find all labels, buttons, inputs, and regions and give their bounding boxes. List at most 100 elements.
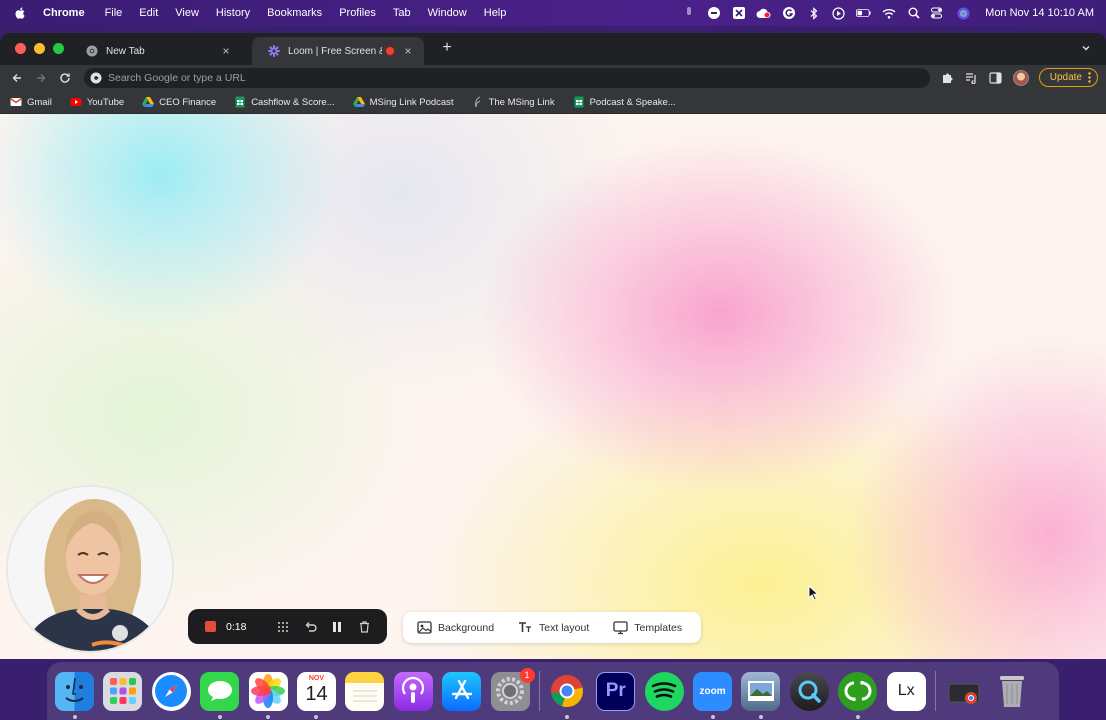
menu-view[interactable]: View xyxy=(175,7,199,19)
zoom-label: zoom xyxy=(699,685,726,697)
dock-separator xyxy=(538,671,540,711)
tab-title: New Tab xyxy=(106,45,145,57)
back-arrow-icon[interactable] xyxy=(10,71,24,85)
tab-strip: New Tab × Loom | Free Screen & Vide × + xyxy=(0,33,1106,65)
apple-logo-icon[interactable] xyxy=(13,6,27,20)
reload-icon[interactable] xyxy=(58,71,72,85)
dock-photos[interactable] xyxy=(248,671,288,719)
bookmark-ceo-finance[interactable]: CEO Finance xyxy=(142,96,216,108)
stop-recording-button[interactable] xyxy=(205,621,216,632)
menu-window[interactable]: Window xyxy=(428,7,467,19)
menu-tab[interactable]: Tab xyxy=(393,7,411,19)
loom-camera-bubble[interactable] xyxy=(6,485,174,653)
dock-minimized-window[interactable] xyxy=(944,672,983,711)
bookmark-label: CEO Finance xyxy=(159,96,217,108)
play-circle-icon[interactable] xyxy=(831,6,846,21)
text-size-icon xyxy=(519,622,532,632)
zoom-window-button[interactable] xyxy=(53,43,64,54)
lx-menu-icon[interactable] xyxy=(731,6,746,21)
dock-podcasts[interactable] xyxy=(393,671,433,711)
extensions-puzzle-icon[interactable] xyxy=(941,71,955,85)
bookmark-the-msing-link[interactable]: The MSing Link xyxy=(472,96,555,108)
background-button[interactable]: Background xyxy=(417,620,494,635)
dock-messages[interactable] xyxy=(200,671,240,719)
menu-bookmarks[interactable]: Bookmarks xyxy=(267,7,322,19)
bookmark-gmail[interactable]: Gmail xyxy=(10,96,52,108)
close-tab-icon[interactable]: × xyxy=(220,45,232,57)
forward-arrow-icon[interactable] xyxy=(34,71,48,85)
running-indicator xyxy=(855,714,860,719)
dock-trash[interactable] xyxy=(992,672,1031,711)
bookmark-label: Gmail xyxy=(27,96,52,108)
dock-notes[interactable] xyxy=(345,671,385,711)
drag-handle-icon[interactable] xyxy=(276,620,290,634)
menu-profiles[interactable]: Profiles xyxy=(339,7,376,19)
browser-toolbar: Search Google or type a URL Update xyxy=(0,65,1106,91)
dock-separator xyxy=(935,671,937,711)
menu-help[interactable]: Help xyxy=(484,7,507,19)
menu-bar-clock[interactable]: Mon Nov 14 10:10 AM xyxy=(985,7,1094,19)
delete-recording-icon[interactable] xyxy=(357,620,371,634)
text-layout-button[interactable]: Text layout xyxy=(518,620,589,635)
bookmark-label: Cashflow & Score... xyxy=(251,96,335,108)
launchpad-grid-icon xyxy=(109,678,136,704)
dock-app-store[interactable] xyxy=(442,671,482,711)
side-panel-icon[interactable] xyxy=(989,71,1003,85)
bookmark-youtube[interactable]: YouTube xyxy=(70,96,124,108)
close-window-button[interactable] xyxy=(15,43,26,54)
bookmark-podcast-speaker[interactable]: Podcast & Speake... xyxy=(573,96,676,108)
chrome-icon xyxy=(551,675,584,707)
dock-system-preferences[interactable]: 1 xyxy=(490,667,535,711)
bluetooth-icon[interactable] xyxy=(806,6,821,21)
podcasts-icon xyxy=(402,676,425,703)
dock-finder[interactable] xyxy=(55,671,94,719)
dock-quicktime[interactable] xyxy=(789,671,829,711)
new-tab-plus-icon[interactable]: + xyxy=(440,40,454,56)
dock-premiere-pro[interactable]: Pr xyxy=(596,671,636,711)
update-label: Update xyxy=(1049,72,1082,83)
bookmark-msing-link-podcast[interactable]: MSing Link Podcast xyxy=(352,96,454,108)
menu-history[interactable]: History xyxy=(216,7,250,19)
dock-chrome[interactable] xyxy=(548,672,587,719)
messages-bubble-icon xyxy=(207,681,232,701)
templates-button[interactable]: Templates xyxy=(613,620,682,635)
templates-label: Templates xyxy=(634,621,683,634)
chat-bubble-icon[interactable] xyxy=(706,6,721,21)
menu-app-name[interactable]: Chrome xyxy=(43,7,85,19)
update-button[interactable]: Update xyxy=(1038,68,1098,87)
dock-spotify[interactable] xyxy=(644,671,684,711)
drive-icon xyxy=(352,97,365,107)
tab-title: Loom | Free Screen & Vide xyxy=(288,45,382,57)
address-bar[interactable]: Search Google or type a URL xyxy=(84,68,930,88)
dock-launchpad[interactable] xyxy=(103,671,143,711)
dock-safari[interactable] xyxy=(151,671,191,711)
trash-icon xyxy=(999,676,1024,707)
profile-avatar[interactable] xyxy=(1012,69,1029,86)
battery-icon[interactable] xyxy=(856,6,871,21)
siri-icon[interactable] xyxy=(956,6,971,21)
media-queue-icon[interactable] xyxy=(965,71,979,85)
dock-lx[interactable]: Lx xyxy=(886,671,926,711)
microphone-icon[interactable] xyxy=(681,6,696,21)
macos-dock: NOV 14 1 Pr zoom Lx xyxy=(47,662,1059,720)
tab-new-tab[interactable]: New Tab × xyxy=(70,37,242,65)
menu-edit[interactable]: Edit xyxy=(139,7,158,19)
tab-loom[interactable]: Loom | Free Screen & Vide × xyxy=(252,37,424,65)
close-tab-icon[interactable]: × xyxy=(402,45,414,57)
kebab-menu-icon xyxy=(1088,72,1091,83)
control-center-icon[interactable] xyxy=(931,6,946,21)
minimize-window-button[interactable] xyxy=(34,43,45,54)
creative-cloud-icon[interactable] xyxy=(756,6,771,21)
wifi-icon[interactable] xyxy=(881,6,896,21)
dock-calendar[interactable]: NOV 14 xyxy=(296,671,336,719)
menu-file[interactable]: File xyxy=(105,7,123,19)
spotlight-search-icon[interactable] xyxy=(906,6,921,21)
bookmark-cashflow[interactable]: Cashflow & Score... xyxy=(234,96,335,108)
dock-zoom[interactable]: zoom xyxy=(693,671,733,719)
dock-preview[interactable] xyxy=(741,671,781,719)
restart-recording-icon[interactable] xyxy=(303,620,317,634)
dock-quickbooks[interactable] xyxy=(838,671,878,719)
tab-search-chevron-icon[interactable] xyxy=(1080,42,1092,54)
grammarly-icon[interactable] xyxy=(781,6,796,21)
pause-recording-icon[interactable] xyxy=(330,620,344,634)
